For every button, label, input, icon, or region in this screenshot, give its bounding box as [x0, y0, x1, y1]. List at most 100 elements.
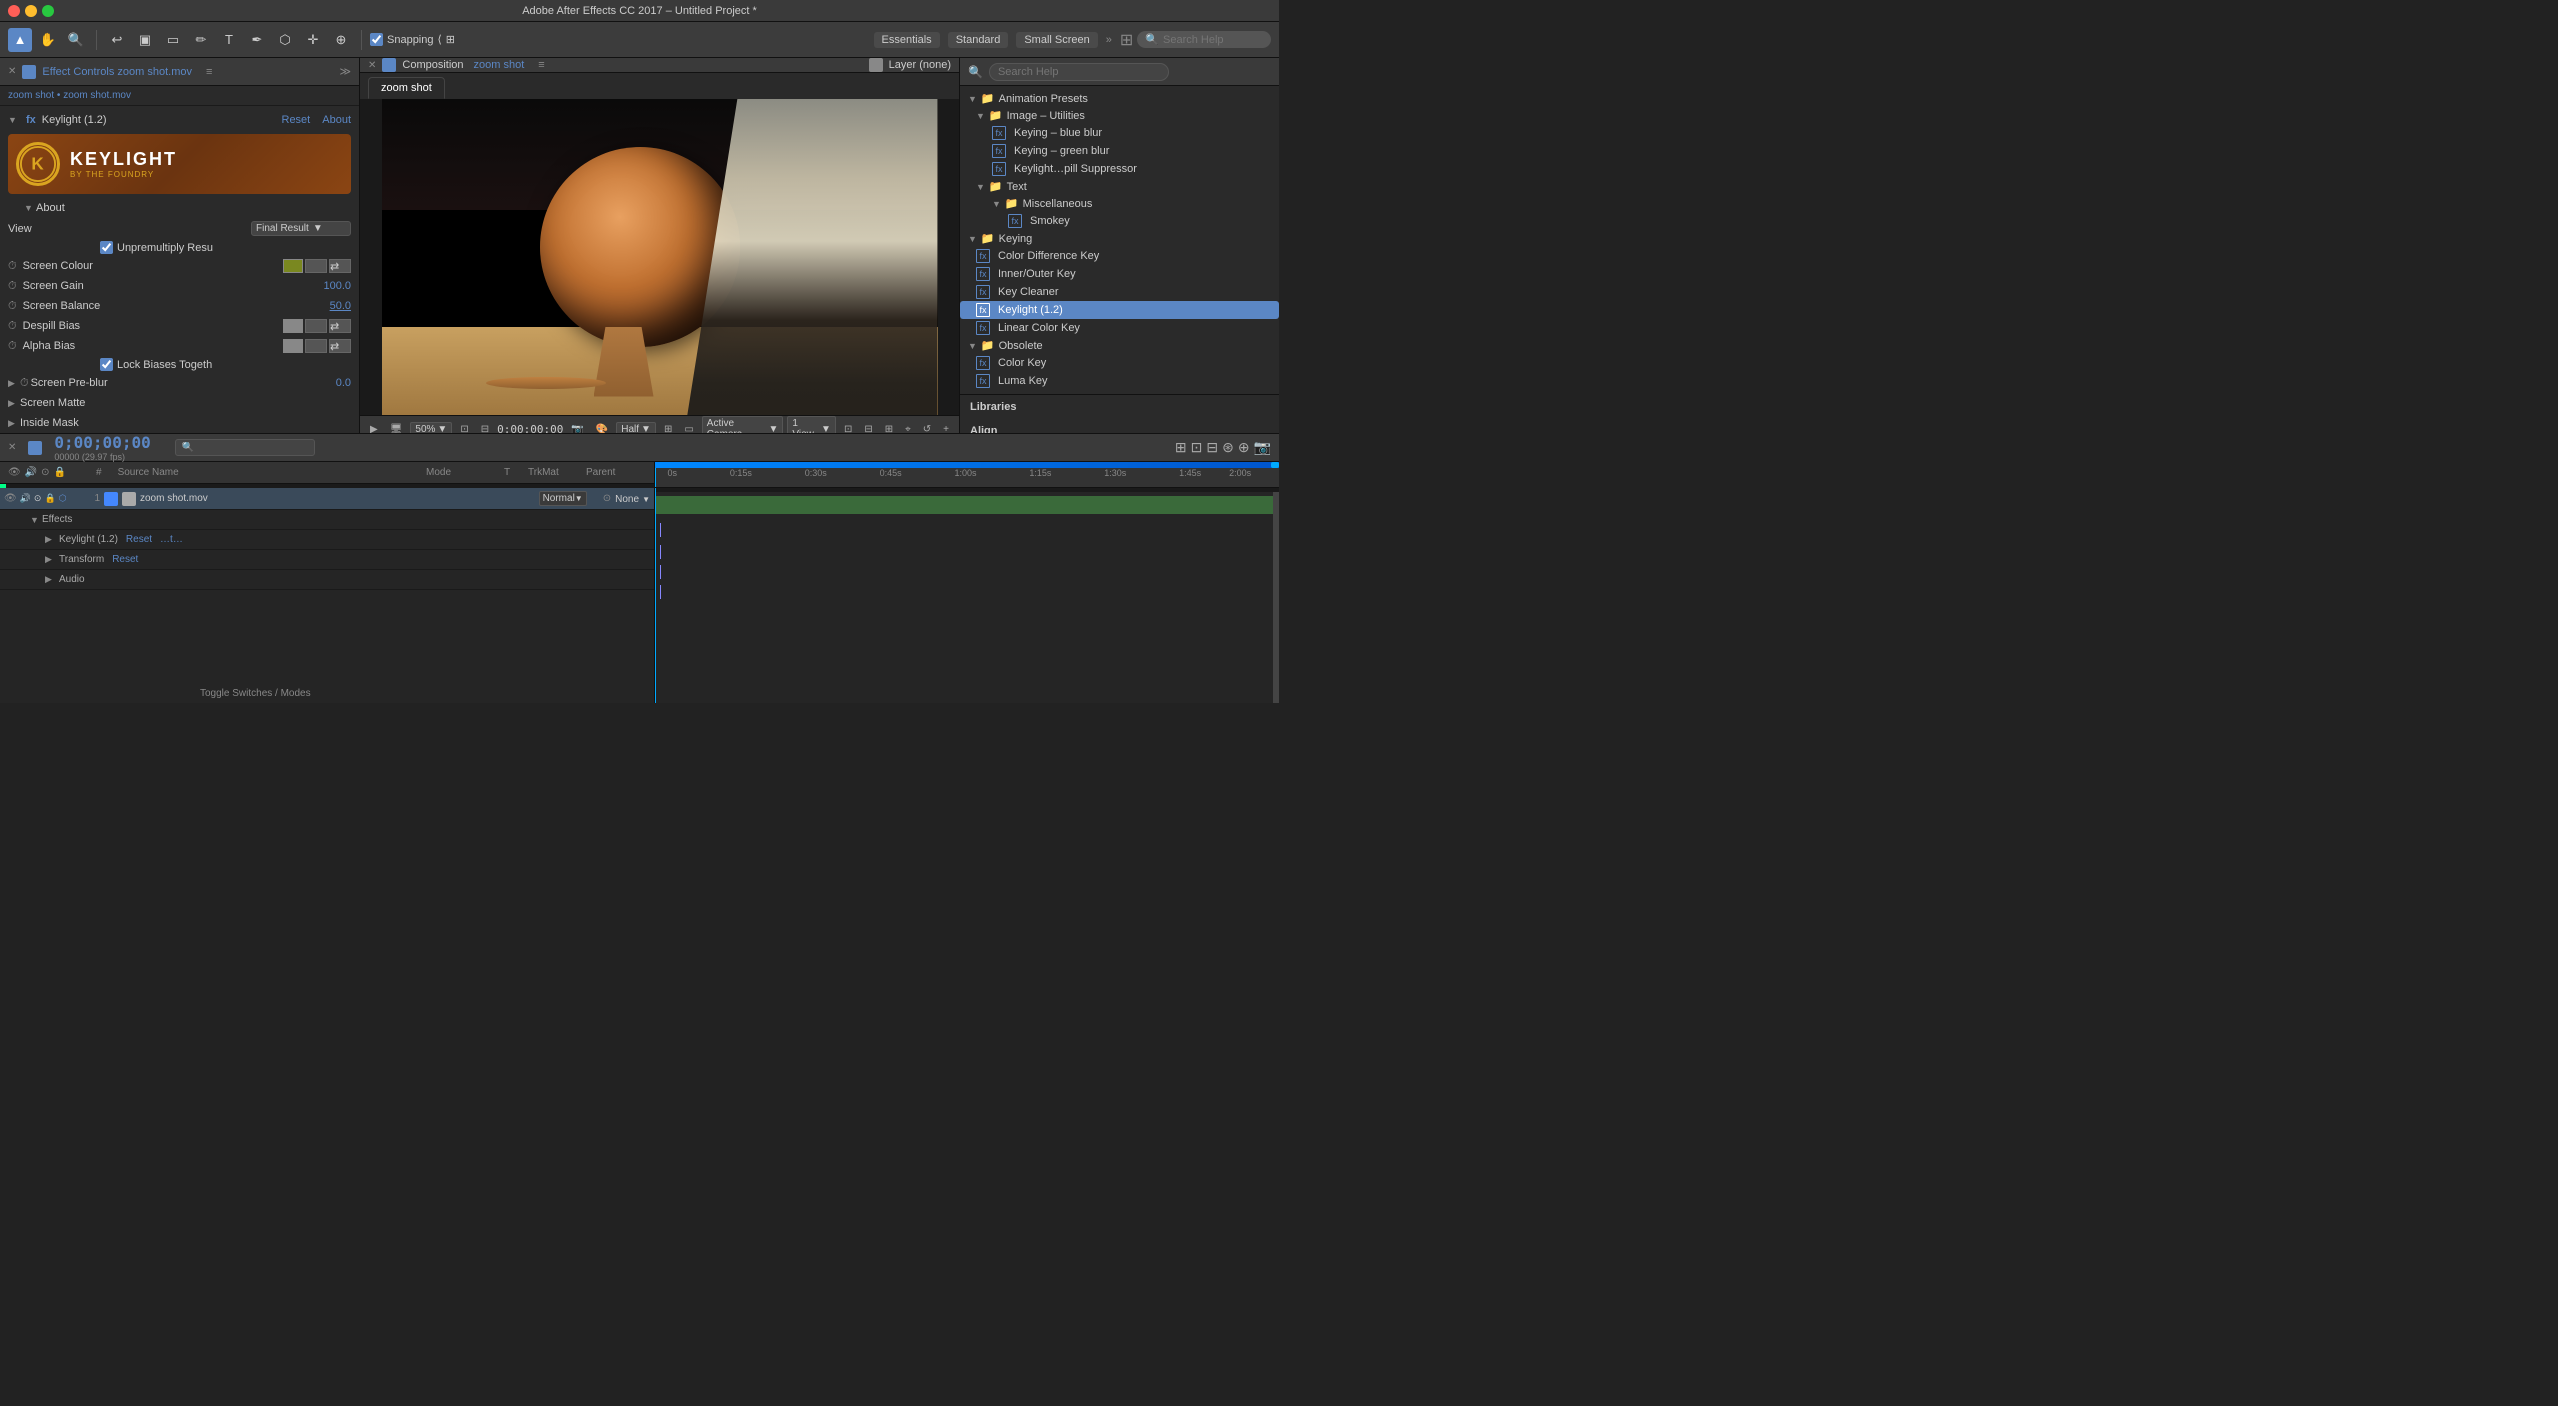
screen-balance-stopwatch[interactable]: ⏱	[8, 300, 17, 313]
search-bar[interactable]: 🔍	[1137, 31, 1271, 48]
keyframe-4[interactable]	[655, 582, 665, 602]
tree-item-keying-green-blur[interactable]: fx Keying – green blur	[960, 142, 1279, 160]
alpha-btn2[interactable]: ⇄	[329, 339, 351, 353]
alpha-stopwatch[interactable]: ⏱	[8, 340, 17, 353]
keyframe-3[interactable]	[655, 562, 665, 582]
audio-expand[interactable]: ▶	[45, 574, 57, 585]
paint-tool[interactable]: ✒	[245, 28, 269, 52]
align-section[interactable]: Align	[960, 419, 1279, 433]
screen-balance-row[interactable]: ⏱ Screen Balance 50.0	[0, 296, 359, 316]
preblur-expand[interactable]: ▶	[8, 378, 20, 389]
timeline-tool-4[interactable]: ⊛	[1222, 439, 1234, 456]
panel-collapse-icon[interactable]: ≡	[206, 66, 212, 78]
select-tool[interactable]: ▲	[8, 28, 32, 52]
ruler-bar[interactable]: 0s 0:15s 0:30s 0:45s 1:00s 1:15s 1:30s 1…	[655, 468, 1279, 488]
workspace-small-screen[interactable]: Small Screen	[1016, 32, 1097, 48]
layer-1-parent-dropdown[interactable]: None ▼	[615, 493, 650, 505]
timeline-tool-5[interactable]: ⊕	[1238, 439, 1250, 456]
tree-item-miscellaneous[interactable]: ▼ 📁 Miscellaneous	[960, 195, 1279, 212]
tree-item-luma-key[interactable]: fx Luma Key	[960, 372, 1279, 390]
matte-expand[interactable]: ▶	[8, 398, 20, 409]
layer-1-mode-dropdown[interactable]: Normal ▼	[539, 491, 587, 506]
lock-biases-checkbox[interactable]	[100, 358, 113, 371]
libraries-section[interactable]: Libraries	[960, 395, 1279, 419]
tree-item-linear-color-key[interactable]: fx Linear Color Key	[960, 319, 1279, 337]
despill-swatch[interactable]	[283, 319, 303, 333]
timeline-tool-2[interactable]: ⊡	[1191, 439, 1203, 456]
layer-1-audio[interactable]: 🔊	[20, 493, 31, 504]
comp-close[interactable]: ✕	[368, 60, 376, 71]
effect-controls-close[interactable]: ✕	[8, 66, 16, 77]
tree-item-keylight-selected[interactable]: fx Keylight (1.2)	[960, 301, 1279, 319]
keylight-ellipsis[interactable]: …t…	[160, 534, 183, 545]
about-expand-arrow[interactable]: ▼	[24, 203, 36, 213]
clone-tool[interactable]: ⬡	[273, 28, 297, 52]
alpha-bias-row[interactable]: ⏱ Alpha Bias ⇄	[0, 336, 359, 356]
alpha-btn1[interactable]	[305, 339, 327, 353]
screen-gain-row[interactable]: ⏱ Screen Gain 100.0	[0, 276, 359, 296]
camera-tool[interactable]: ⊕	[329, 28, 353, 52]
hand-tool[interactable]: ✋	[36, 28, 60, 52]
screen-matte-row[interactable]: ▶ Screen Matte	[0, 393, 359, 413]
track-area[interactable]	[655, 492, 1279, 703]
screen-balance-value[interactable]: 50.0	[330, 300, 351, 312]
screen-colour-btn2[interactable]: ⇄	[329, 259, 351, 273]
screen-colour-row[interactable]: ⏱ Screen Colour ⇄	[0, 256, 359, 276]
comp-tab-zoom-shot[interactable]: zoom shot	[368, 77, 445, 99]
about-link[interactable]: About	[322, 114, 351, 126]
sub-layer-audio[interactable]: ▶ Audio	[0, 570, 654, 590]
close-button[interactable]	[8, 5, 20, 17]
despill-btn1[interactable]	[305, 319, 327, 333]
view-dropdown[interactable]: Final Result ▼	[251, 221, 351, 236]
transform-expand[interactable]: ▶	[45, 554, 57, 565]
tree-item-animation-presets[interactable]: ▼ 📁 Animation Presets	[960, 90, 1279, 107]
keyframe-1[interactable]	[655, 520, 665, 540]
timeline-tool-6[interactable]: 📷	[1254, 439, 1271, 456]
search-input[interactable]	[1163, 34, 1263, 46]
sub-layer-keylight[interactable]: ▶ Keylight (1.2) Reset …t…	[0, 530, 654, 550]
despill-btn2[interactable]: ⇄	[329, 319, 351, 333]
reset-link[interactable]: Reset	[282, 114, 311, 126]
despill-stopwatch[interactable]: ⏱	[8, 320, 17, 333]
redo-tool[interactable]: ▣	[133, 28, 157, 52]
screen-preblur-row[interactable]: ▶ ⏱ Screen Pre-blur 0.0	[0, 373, 359, 393]
workspace-standard[interactable]: Standard	[948, 32, 1009, 48]
tree-item-color-difference-key[interactable]: fx Color Difference Key	[960, 247, 1279, 265]
snapping-checkbox[interactable]	[370, 33, 383, 46]
timeline-right-scroll[interactable]	[1273, 492, 1279, 703]
workspace-essentials[interactable]: Essentials	[874, 32, 940, 48]
zoom-tool[interactable]: 🔍	[64, 28, 88, 52]
tree-item-key-cleaner[interactable]: fx Key Cleaner	[960, 283, 1279, 301]
tree-item-text[interactable]: ▼ 📁 Text	[960, 178, 1279, 195]
tree-item-smokey[interactable]: fx Smokey	[960, 212, 1279, 230]
tree-item-keying-blue-blur[interactable]: fx Keying – blue blur	[960, 124, 1279, 142]
screen-colour-stopwatch[interactable]: ⏱	[8, 260, 17, 273]
timeline-tool-3[interactable]: ⊟	[1206, 439, 1218, 456]
maximize-button[interactable]	[42, 5, 54, 17]
workspace-expand-icon[interactable]: »	[1106, 34, 1112, 46]
tree-item-color-key[interactable]: fx Color Key	[960, 354, 1279, 372]
undo-tool[interactable]: ↩	[105, 28, 129, 52]
inside-mask-expand[interactable]: ▶	[8, 418, 20, 429]
sub-layer-effects[interactable]: ▼ Effects	[0, 510, 654, 530]
transform-reset[interactable]: Reset	[112, 554, 138, 565]
keyframe-2[interactable]	[655, 542, 665, 562]
screen-colour-swatch[interactable]	[283, 259, 303, 273]
layer-1-label[interactable]: ⬡	[59, 493, 67, 504]
timeline-close[interactable]: ✕	[8, 442, 16, 453]
about-row[interactable]: ▼ About	[0, 198, 359, 218]
keylight-expand[interactable]: ▶	[45, 534, 57, 545]
effects-search-input[interactable]	[989, 63, 1169, 81]
sub-layer-transform[interactable]: ▶ Transform Reset	[0, 550, 654, 570]
keylight-reset[interactable]: Reset	[126, 534, 152, 545]
screen-gain-stopwatch[interactable]: ⏱	[8, 280, 17, 293]
minimize-button[interactable]	[25, 5, 37, 17]
panel-menu-icon[interactable]: ≫	[339, 65, 351, 78]
layer-row-1[interactable]: 👁 🔊 ⊙ 🔒 ⬡ 1 zoom shot.mov Normal ▼	[0, 488, 654, 510]
tree-item-inner-outer-key[interactable]: fx Inner/Outer Key	[960, 265, 1279, 283]
timeline-tool-1[interactable]: ⊞	[1175, 439, 1187, 456]
rect-tool[interactable]: ▭	[161, 28, 185, 52]
screen-gain-value[interactable]: 100.0	[323, 280, 351, 292]
alpha-swatch[interactable]	[283, 339, 303, 353]
layer-1-lock[interactable]: 🔒	[44, 493, 55, 504]
